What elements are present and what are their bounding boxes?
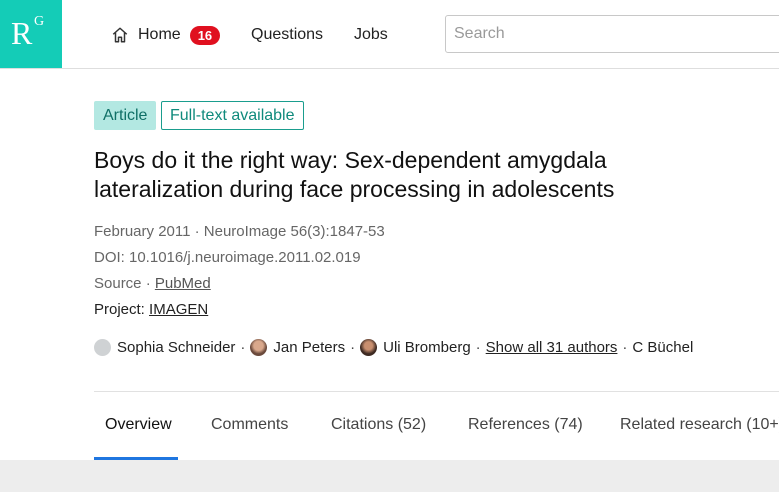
author-separator: · xyxy=(240,338,246,356)
logo-letter-g: G xyxy=(34,14,45,29)
author-name[interactable]: C Büchel xyxy=(632,339,693,356)
article-type-tag: Article xyxy=(94,101,157,130)
author-separator: · xyxy=(350,338,356,356)
project-prefix: Project: xyxy=(94,301,150,318)
publication-date-journal: February 2011 · NeuroImage 56(3):1847-53 xyxy=(94,223,385,240)
source-link[interactable]: PubMed xyxy=(155,275,211,292)
tab-comments[interactable]: Comments xyxy=(211,392,288,458)
source-prefix: Source · xyxy=(94,275,155,292)
search-input[interactable] xyxy=(445,15,779,53)
publication-doi: DOI: 10.1016/j.neuroimage.2011.02.019 xyxy=(94,249,361,266)
author-name[interactable]: Sophia Schneider xyxy=(117,339,235,356)
avatar xyxy=(250,338,268,356)
nav-questions[interactable]: Questions xyxy=(251,26,323,44)
tab-overview[interactable]: Overview xyxy=(105,392,172,458)
publication-project: Project: IMAGEN xyxy=(94,301,208,318)
researchgate-logo[interactable]: R G xyxy=(0,0,62,68)
project-link[interactable]: IMAGEN xyxy=(149,301,208,318)
nav-home-label: Home xyxy=(138,26,181,43)
publication-title: Boys do it the right way: Sex-dependent … xyxy=(94,147,615,202)
author-name[interactable]: Uli Bromberg xyxy=(383,339,471,356)
tab-references[interactable]: References (74) xyxy=(468,392,583,458)
home-icon xyxy=(112,27,128,43)
avatar xyxy=(360,338,378,356)
notification-badge: 16 xyxy=(189,25,221,45)
full-text-tag[interactable]: Full-text available xyxy=(161,101,304,130)
content-background xyxy=(0,460,779,492)
author-separator: · xyxy=(622,338,628,356)
author-name[interactable]: Jan Peters xyxy=(273,339,345,356)
author-separator: · xyxy=(475,338,481,356)
tab-related-research[interactable]: Related research (10+) xyxy=(620,392,779,458)
logo-letter-r: R xyxy=(11,15,33,51)
nav-jobs[interactable]: Jobs xyxy=(354,26,388,44)
show-all-authors-link[interactable]: Show all 31 authors xyxy=(486,339,618,356)
nav-home[interactable]: Home 16 xyxy=(111,22,221,48)
publication-source: Source · PubMed xyxy=(94,275,211,292)
tab-citations[interactable]: Citations (52) xyxy=(331,392,426,458)
avatar xyxy=(94,338,111,356)
top-navigation-bar: R G Home 16 Questions Jobs xyxy=(0,0,779,69)
author-list: Sophia Schneider · Jan Peters · Uli Brom… xyxy=(94,337,693,357)
